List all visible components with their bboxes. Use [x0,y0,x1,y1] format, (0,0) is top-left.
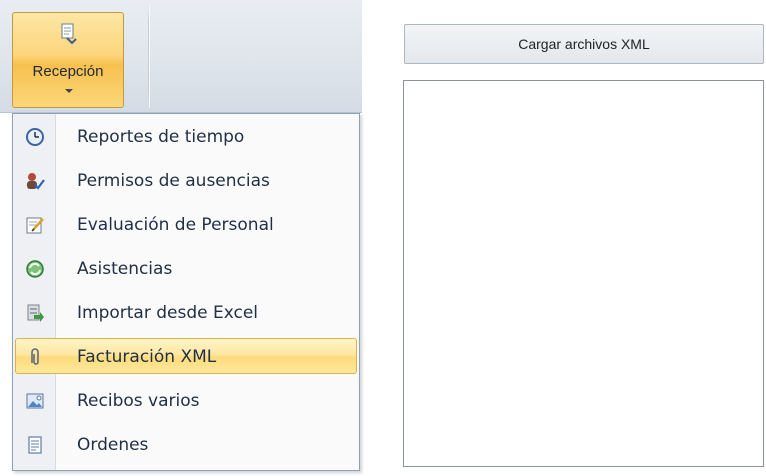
ribbon: Recepción [0,0,362,113]
menu-item-facturacion-xml[interactable]: Facturación XML [15,338,357,374]
recepcion-label: Recepción [32,63,104,80]
recepcion-dropdown-button[interactable]: Recepción [12,12,124,108]
evaluation-icon [26,217,44,234]
menu-item-ordenes[interactable]: Ordenes [15,426,357,462]
clock-icon [26,128,44,146]
paperclip-icon [31,348,39,365]
refresh-globe-icon [26,260,44,278]
menu-item-label: Ordenes [77,435,149,455]
menu-item-label: Asistencias [77,259,173,279]
menu-item-importar-desde-excel[interactable]: Importar desde Excel [15,294,357,330]
document-pen-icon [61,23,77,45]
recepcion-menu: Reportes de tiempo Permisos de ausencias… [12,113,360,471]
menu-item-label: Permisos de ausencias [77,171,270,191]
menu-item-permisos-de-ausencias[interactable]: Permisos de ausencias [15,162,357,198]
ribbon-group-separator [148,4,149,108]
menu-item-label: Recibos varios [77,391,200,411]
load-xml-files-button[interactable]: Cargar archivos XML [404,24,764,64]
menu-item-recibos-varios[interactable]: Recibos varios [15,382,357,418]
menu-item-asistencias[interactable]: Asistencias [15,250,357,286]
menu-item-evaluacion-de-personal[interactable]: Evaluación de Personal [15,206,357,242]
excel-import-icon [27,304,44,322]
chevron-down-icon [65,89,73,93]
picture-icon [26,393,44,409]
menu-item-label: Evaluación de Personal [77,215,274,235]
menu-item-reportes-de-tiempo[interactable]: Reportes de tiempo [15,118,357,154]
user-check-icon [27,173,45,190]
xml-file-list[interactable] [403,80,764,467]
menu-item-label: Importar desde Excel [77,303,259,323]
document-icon [28,436,42,454]
menu-item-label: Facturación XML [77,347,217,367]
menu-item-label: Reportes de tiempo [77,127,245,147]
